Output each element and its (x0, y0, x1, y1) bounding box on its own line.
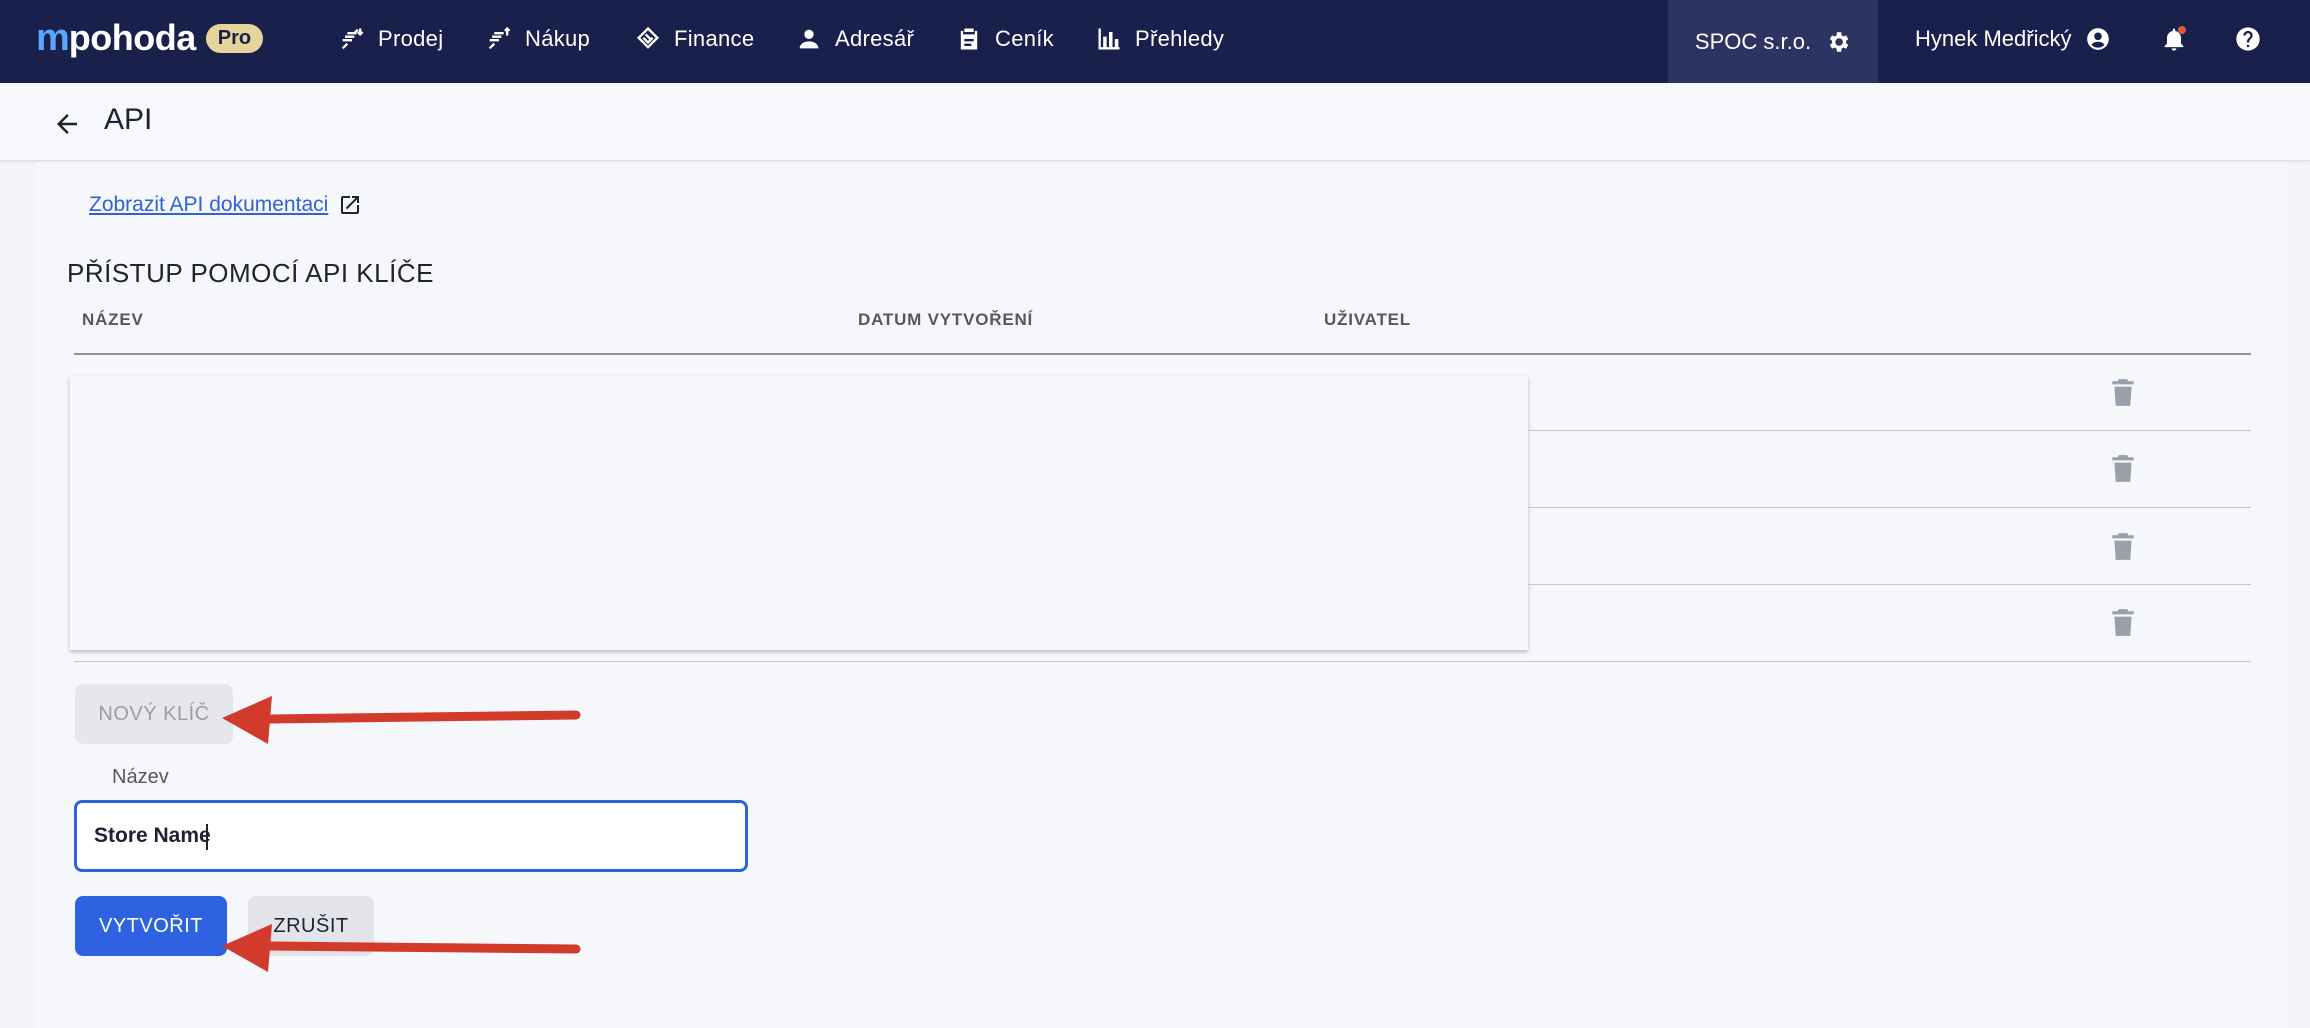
name-field-label: Název (112, 766, 169, 788)
nav-item-adresar[interactable]: Adresář (795, 0, 914, 77)
row-divider (74, 661, 2251, 662)
external-link-icon (341, 196, 360, 214)
company-switcher[interactable]: SPOC s.r.o. (1668, 0, 1878, 83)
nav-item-cenik[interactable]: Ceník (955, 0, 1054, 77)
nav-label: Ceník (995, 25, 1054, 51)
table-header-divider (74, 353, 2251, 355)
nav-item-prodej[interactable]: Prodej (338, 0, 443, 77)
delete-key-button[interactable] (2110, 532, 2136, 562)
text-caret (206, 824, 208, 850)
back-button[interactable] (52, 109, 82, 139)
column-header-created[interactable]: DATUM VYTVOŘENÍ (858, 310, 1033, 330)
delete-key-button[interactable] (2110, 378, 2136, 408)
row-divider (1528, 507, 2251, 508)
nav-label: Přehledy (1135, 25, 1225, 51)
section-title: PŘÍSTUP POMOCÍ API KLÍČE (67, 258, 434, 288)
trash-icon (2112, 609, 2134, 636)
notifications-button[interactable] (2160, 25, 2188, 53)
nav-label: Adresář (835, 25, 915, 51)
purchase-icon (488, 26, 511, 49)
cancel-button[interactable]: ZRUŠIT (248, 896, 374, 956)
nav-label: Finance (674, 25, 755, 51)
api-docs-link-label: Zobrazit API dokumentaci (89, 193, 329, 216)
new-key-button[interactable]: NOVÝ KLÍČ (75, 684, 233, 744)
delete-key-button[interactable] (2110, 454, 2136, 484)
api-docs-link[interactable]: Zobrazit API dokumentaci (89, 193, 362, 217)
bar-chart-icon (1098, 28, 1120, 49)
help-icon (2236, 27, 2260, 51)
nav-label: Prodej (378, 25, 444, 51)
notification-dot (2178, 26, 2186, 34)
column-header-user[interactable]: UŽIVATEL (1324, 310, 1411, 330)
trash-icon (2112, 455, 2134, 482)
logo-text: pohoda (68, 17, 196, 58)
trash-icon (2112, 533, 2134, 560)
person-icon (799, 29, 819, 48)
account-circle-icon (2087, 27, 2110, 50)
user-menu[interactable]: Hynek Medřický (1915, 0, 2111, 77)
user-name: Hynek Medřický (1915, 25, 2072, 51)
arrow-back-icon (57, 114, 77, 134)
page-header: API (0, 83, 2310, 161)
gear-icon (1829, 31, 1849, 52)
trash-icon (2112, 379, 2134, 406)
column-header-name[interactable]: NÁZEV (82, 310, 144, 330)
nav-item-nakup[interactable]: Nákup (485, 0, 590, 77)
pohoda-logo[interactable]: m pohoda Pro (36, 16, 264, 60)
create-button[interactable]: VYTVOŘIT (75, 896, 227, 956)
company-name: SPOC s.r.o. (1694, 28, 1812, 54)
top-navigation-bar: m pohoda Pro Prodej Nákup Finance Adresá… (0, 0, 2310, 83)
finance-icon (637, 26, 659, 49)
api-content-panel: Zobrazit API dokumentaci PŘÍSTUP POMOCÍ … (36, 162, 2289, 1028)
nav-label: Nákup (525, 25, 591, 51)
row-divider (1528, 584, 2251, 585)
page-title: API (104, 103, 153, 136)
pro-badge: Pro (205, 23, 264, 53)
logo-mark: m (36, 16, 70, 59)
nav-item-finance[interactable]: Finance (634, 0, 754, 77)
sales-icon (341, 28, 364, 49)
delete-key-button[interactable] (2110, 608, 2136, 638)
nav-item-prehledy[interactable]: Přehledy (1095, 0, 1224, 77)
row-divider (1528, 430, 2251, 431)
table-overlay-box (70, 376, 1528, 650)
help-button[interactable] (2234, 25, 2262, 53)
clipboard-icon (960, 28, 978, 49)
name-input[interactable] (74, 800, 748, 872)
